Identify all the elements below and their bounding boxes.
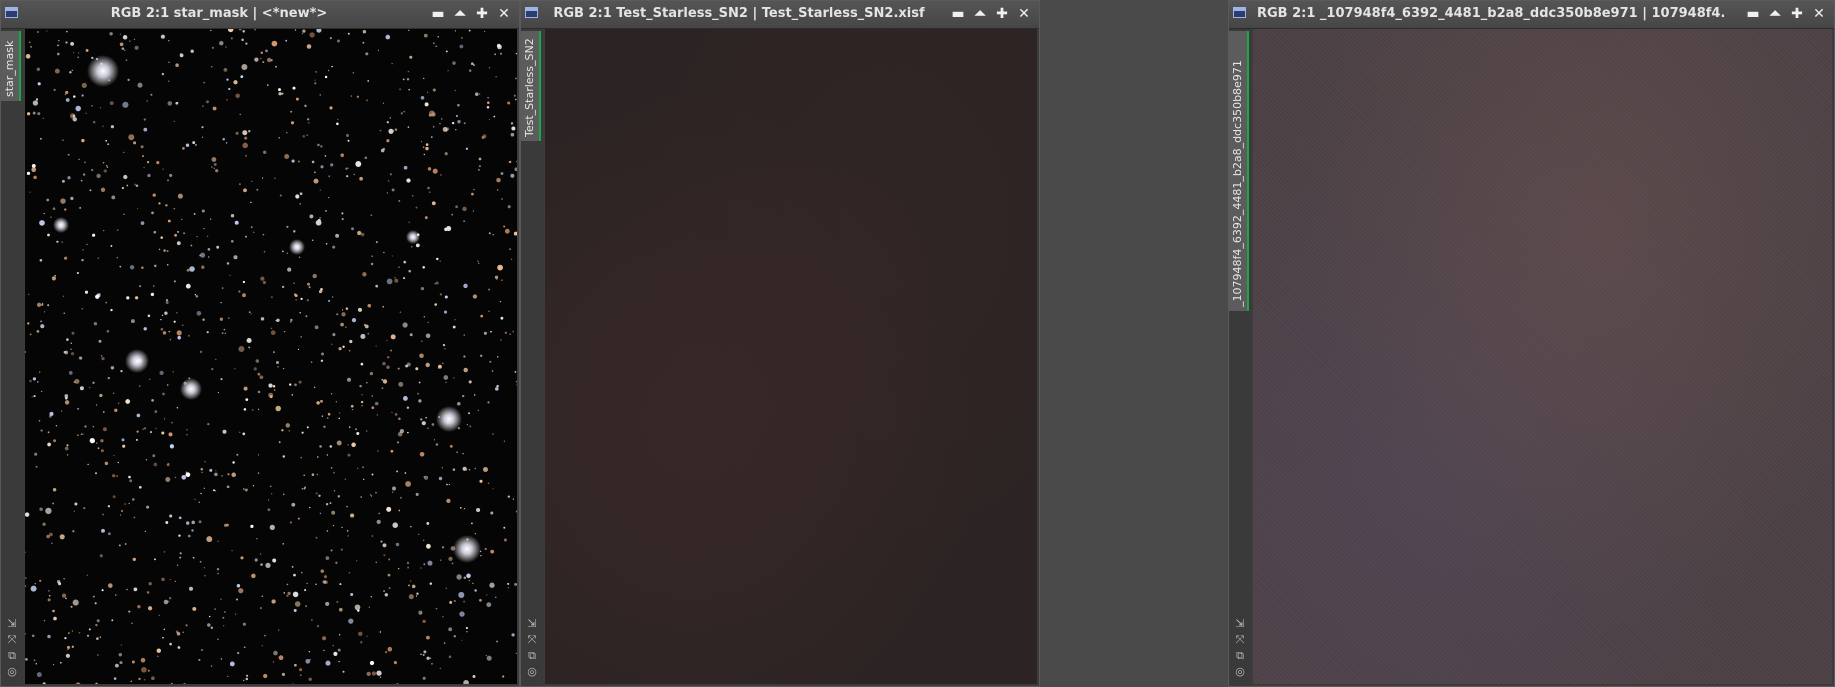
maximize-button[interactable]: ✚: [1788, 5, 1806, 23]
window-title: RGB 2:1 star_mask | <*new*>: [110, 6, 328, 21]
clone-icon[interactable]: ⧉: [8, 650, 16, 662]
view-sidebar: _107948f4_6392_4481_b2a8_ddc350b8e971 ⇲ …: [1229, 29, 1251, 686]
shade-button[interactable]: ⏶: [451, 5, 469, 23]
window-menu-icon[interactable]: [5, 7, 18, 18]
maximize-button[interactable]: ✚: [473, 5, 491, 23]
view-id-label: _107948f4_6392_4481_b2a8_ddc350b8e971: [1231, 60, 1244, 307]
zoom-icon[interactable]: ⤧: [528, 634, 537, 646]
zoom-icon[interactable]: ⤧: [1236, 634, 1245, 646]
zoom-icon[interactable]: ⤧: [8, 634, 17, 646]
view-sidebar: Test_Starless_SN2 ⇲ ⤧ ⧉ ◎: [521, 29, 543, 686]
image-viewport-noise[interactable]: [1253, 29, 1832, 684]
center-icon[interactable]: ◎: [527, 666, 537, 678]
window-titlebar[interactable]: RGB 2:1 star_mask | <*new*> ▬ ⏶ ✚ ✕: [1, 1, 519, 29]
image-viewport-star-mask[interactable]: [25, 29, 517, 684]
image-window-starless[interactable]: RGB 2:1 Test_Starless_SN2 | Test_Starles…: [520, 0, 1040, 687]
window-title: RGB 2:1 Test_Starless_SN2 | Test_Starles…: [553, 6, 925, 21]
fit-view-icon[interactable]: ⇲: [527, 618, 536, 630]
clone-icon[interactable]: ⧉: [1236, 650, 1244, 662]
maximize-button[interactable]: ✚: [993, 5, 1011, 23]
view-id-label: star_mask: [3, 40, 16, 97]
view-id-tab[interactable]: _107948f4_6392_4481_b2a8_ddc350b8e971: [1229, 31, 1249, 311]
close-button[interactable]: ✕: [1015, 5, 1033, 23]
close-button[interactable]: ✕: [1810, 5, 1828, 23]
image-window-noise[interactable]: RGB 2:1 _107948f4_6392_4481_b2a8_ddc350b…: [1228, 0, 1835, 687]
image-viewport-starless[interactable]: [545, 29, 1037, 684]
minimize-button[interactable]: ▬: [949, 5, 967, 23]
shade-button[interactable]: ⏶: [1766, 5, 1784, 23]
view-id-label: Test_Starless_SN2: [523, 38, 536, 137]
center-icon[interactable]: ◎: [1235, 666, 1245, 678]
clone-icon[interactable]: ⧉: [528, 650, 536, 662]
fit-view-icon[interactable]: ⇲: [1235, 618, 1244, 630]
fit-view-icon[interactable]: ⇲: [7, 618, 16, 630]
center-icon[interactable]: ◎: [7, 666, 17, 678]
image-window-star-mask[interactable]: RGB 2:1 star_mask | <*new*> ▬ ⏶ ✚ ✕ star…: [0, 0, 520, 687]
window-menu-icon[interactable]: [525, 7, 538, 18]
view-id-tab[interactable]: star_mask: [1, 31, 21, 101]
window-titlebar[interactable]: RGB 2:1 Test_Starless_SN2 | Test_Starles…: [521, 1, 1039, 29]
close-button[interactable]: ✕: [495, 5, 513, 23]
window-title: RGB 2:1 _107948f4_6392_4481_b2a8_ddc350b…: [1257, 6, 1724, 21]
star-field-image: [25, 29, 517, 684]
view-sidebar: star_mask ⇲ ⤧ ⧉ ◎: [1, 29, 23, 686]
shade-button[interactable]: ⏶: [971, 5, 989, 23]
window-menu-icon[interactable]: [1233, 7, 1246, 18]
minimize-button[interactable]: ▬: [429, 5, 447, 23]
window-titlebar[interactable]: RGB 2:1 _107948f4_6392_4481_b2a8_ddc350b…: [1229, 1, 1834, 29]
view-id-tab[interactable]: Test_Starless_SN2: [521, 31, 541, 141]
minimize-button[interactable]: ▬: [1744, 5, 1762, 23]
